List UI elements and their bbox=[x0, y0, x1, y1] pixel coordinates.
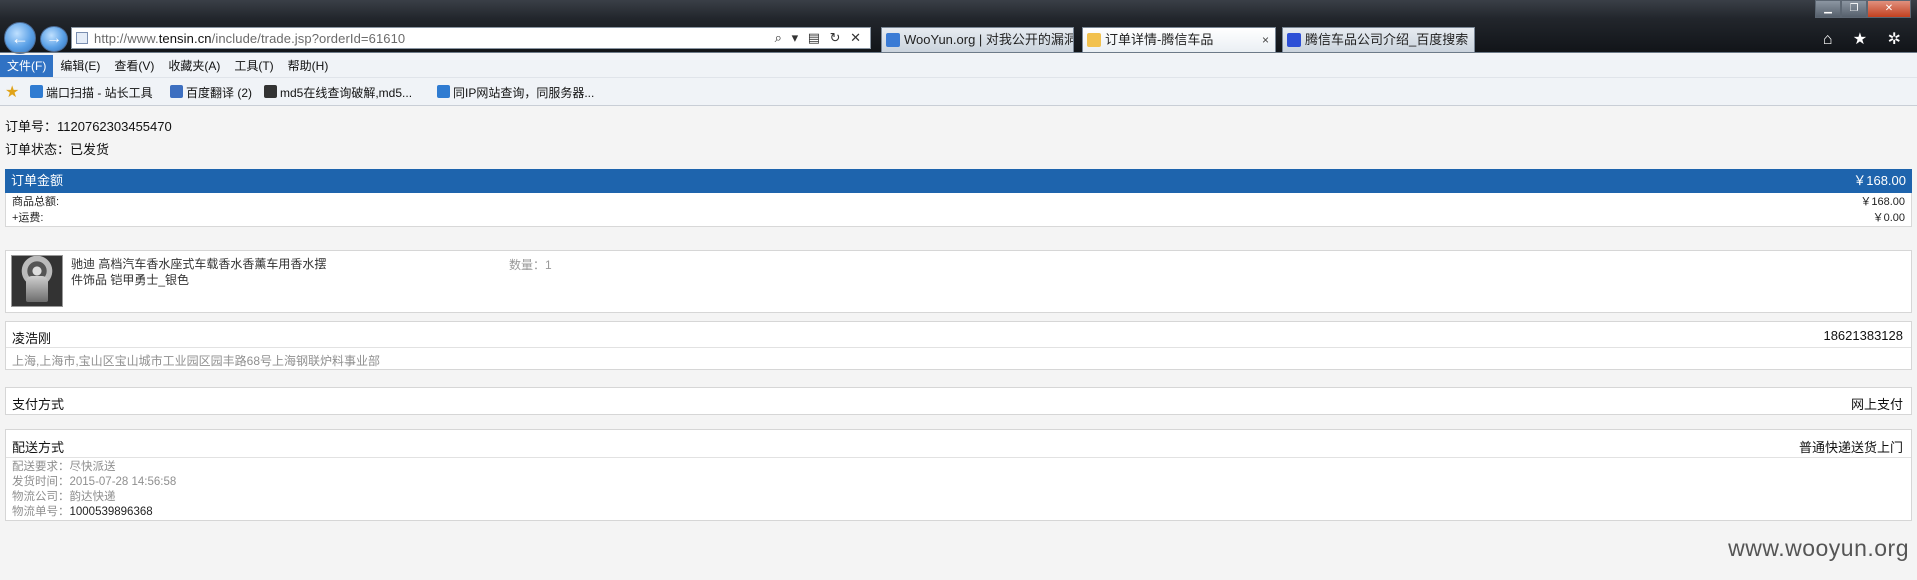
order-number-label: 订单号： bbox=[5, 119, 58, 134]
menu-edit[interactable]: 编辑(E) bbox=[53, 55, 107, 77]
tracking-number-value[interactable]: 1000539896368 bbox=[70, 506, 153, 518]
menu-view[interactable]: 查看(V) bbox=[107, 55, 161, 77]
ship-time-value: 2015-07-28 14:56:58 bbox=[69, 476, 177, 488]
tab-label: 腾信车品公司介绍_百度搜索 bbox=[1305, 32, 1469, 47]
shipping-fee-label: +运费: bbox=[12, 212, 44, 224]
logistics-company-label: 物流公司： bbox=[12, 491, 70, 503]
logistics-company-row: 物流公司：韵达快递 bbox=[12, 490, 116, 505]
fav-md5[interactable]: md5在线查询破解,md5... bbox=[264, 84, 412, 101]
tab-label: 订单详情-腾信车品 bbox=[1105, 32, 1214, 47]
delivery-requirement-row: 配送要求：尽快派送 bbox=[12, 460, 116, 475]
logistics-company-value: 韵达快递 bbox=[69, 491, 116, 503]
favicon-icon bbox=[170, 85, 183, 98]
menu-bar: 文件(F) 编辑(E) 查看(V) 收藏夹(A) 工具(T) 帮助(H) bbox=[0, 54, 1917, 78]
page-icon bbox=[76, 32, 88, 44]
delivery-method-label: 配送方式 bbox=[12, 440, 65, 455]
delivery-requirement-label: 配送要求： bbox=[12, 461, 70, 473]
favorites-bar: ★ 端口扫描 - 站长工具 百度翻译 (2) md5在线查询破解,md5... … bbox=[0, 78, 1917, 106]
delivery-box: 配送方式 普通快递送货上门 配送要求：尽快派送 发货时间：2015-07-28 … bbox=[5, 429, 1912, 521]
browser-toolbar-icons[interactable]: ⌂ ★ ✲ bbox=[1823, 29, 1909, 49]
shipping-fee-value: ￥0.00 bbox=[1872, 212, 1905, 224]
close-window-button[interactable]: ✕ bbox=[1867, 0, 1911, 18]
baidu-paw-icon bbox=[1287, 33, 1301, 47]
order-status-value: 已发货 bbox=[70, 142, 110, 157]
ship-time-row: 发货时间：2015-07-28 14:56:58 bbox=[12, 475, 176, 490]
recipient-box: 凌浩刚 18621383128 上海,上海市,宝山区宝山城市工业园区园丰路68号… bbox=[5, 321, 1912, 370]
fav-label: md5在线查询破解,md5... bbox=[280, 86, 413, 100]
amount-breakdown: 商品总额: ￥168.00 +运费: ￥0.00 bbox=[5, 193, 1912, 227]
ship-time-label: 发货时间： bbox=[12, 476, 70, 488]
order-amount-total: ￥168.00 bbox=[1853, 173, 1906, 188]
payment-method-label: 支付方式 bbox=[12, 397, 65, 412]
divider bbox=[6, 347, 1911, 348]
tab-wooyun[interactable]: WooYun.org | 对我公开的漏洞 bbox=[881, 27, 1074, 53]
menu-file[interactable]: 文件(F) bbox=[0, 55, 54, 77]
order-amount-label: 订单金额 bbox=[11, 173, 64, 188]
ie-page-icon bbox=[886, 33, 900, 47]
order-number-row: 订单号：1120762303455470 bbox=[5, 116, 172, 135]
url-path: /include/trade.jsp?orderId=61610 bbox=[211, 31, 406, 46]
tracking-number-label: 物流单号： bbox=[12, 506, 70, 518]
fav-label: 端口扫描 - 站长工具 bbox=[46, 86, 153, 100]
menu-help[interactable]: 帮助(H) bbox=[281, 55, 336, 77]
product-thumbnail[interactable] bbox=[11, 255, 63, 307]
maximize-button[interactable]: ❐ bbox=[1841, 0, 1867, 18]
address-bar[interactable]: http://www.tensin.cn/include/trade.jsp?o… bbox=[71, 27, 871, 49]
delivery-method-value: 普通快递送货上门 bbox=[1798, 440, 1903, 455]
favorites-star-icon[interactable]: ★ bbox=[5, 82, 19, 102]
favicon-icon bbox=[437, 85, 450, 98]
window-controls: ▁ ❐ ✕ bbox=[1815, 0, 1911, 18]
order-detail: 订单号：1120762303455470 订单状态：已发货 订单金额 ￥168.… bbox=[0, 107, 1917, 580]
address-url[interactable]: http://www.tensin.cn/include/trade.jsp?o… bbox=[94, 31, 405, 46]
order-number-value: 1120762303455470 bbox=[57, 119, 172, 134]
product-quantity: 数量：1 bbox=[509, 258, 552, 272]
wooyun-watermark: www.wooyun.org bbox=[1728, 535, 1909, 561]
product-item: 驰迪 高档汽车香水座式车载香水香薰车用香水摆件饰品 铠甲勇士_银色 数量：1 bbox=[5, 250, 1912, 313]
divider bbox=[6, 457, 1911, 458]
close-tab-icon[interactable]: × bbox=[1262, 28, 1269, 52]
goods-total-row: 商品总额: ￥168.00 bbox=[12, 194, 1905, 210]
tab-baidu-search[interactable]: 腾信车品公司介绍_百度搜索 bbox=[1282, 27, 1475, 53]
goods-total-label: 商品总额: bbox=[12, 196, 60, 208]
goods-total-value: ￥168.00 bbox=[1860, 196, 1905, 208]
payment-box: 支付方式 网上支付 bbox=[5, 387, 1912, 415]
fav-label: 百度翻译 (2) bbox=[186, 86, 253, 100]
payment-method-value: 网上支付 bbox=[1850, 397, 1903, 412]
address-tools[interactable]: ⌕ ▾ ▤ ↻ ✕ bbox=[775, 30, 864, 46]
order-amount-header: 订单金额 ￥168.00 bbox=[5, 169, 1912, 193]
tracking-number-row: 物流单号：1000539896368 bbox=[12, 505, 153, 520]
recipient-phone: 18621383128 bbox=[1823, 328, 1903, 343]
recipient-address: 上海,上海市,宝山区宝山城市工业园区园丰路68号上海钢联炉料事业部 bbox=[12, 354, 381, 368]
tab-order-detail[interactable]: 订单详情-腾信车品 × bbox=[1082, 27, 1276, 53]
fav-label: 同IP网站查询，同服务器... bbox=[453, 86, 595, 100]
favicon-icon bbox=[30, 85, 43, 98]
fav-baidu-translate[interactable]: 百度翻译 (2) bbox=[170, 84, 252, 101]
menu-favorites[interactable]: 收藏夹(A) bbox=[161, 55, 227, 77]
product-name[interactable]: 驰迪 高档汽车香水座式车载香水香薰车用香水摆件饰品 铠甲勇士_银色 bbox=[71, 256, 331, 288]
tab-label: WooYun.org | 对我公开的漏洞 bbox=[904, 32, 1074, 47]
shipping-fee-row: +运费: ￥0.00 bbox=[12, 210, 1905, 226]
menu-tools[interactable]: 工具(T) bbox=[227, 55, 280, 77]
minimize-button[interactable]: ▁ bbox=[1815, 0, 1841, 18]
url-domain: tensin.cn bbox=[158, 31, 212, 46]
favicon-icon bbox=[264, 85, 277, 98]
order-status-label: 订单状态： bbox=[5, 142, 71, 157]
ie-page-icon bbox=[1087, 33, 1101, 47]
browser-chrome: ▁ ❐ ✕ ← → http://www.tensin.cn/include/t… bbox=[0, 0, 1917, 54]
order-status-row: 订单状态：已发货 bbox=[5, 139, 109, 158]
url-prefix: http://www. bbox=[94, 31, 159, 46]
back-button[interactable]: ← bbox=[4, 22, 36, 54]
delivery-requirement-value: 尽快派送 bbox=[69, 461, 116, 473]
forward-button[interactable]: → bbox=[40, 26, 68, 52]
fav-port-scan[interactable]: 端口扫描 - 站长工具 bbox=[30, 84, 153, 101]
recipient-name: 凌浩刚 bbox=[12, 331, 52, 346]
fav-same-ip[interactable]: 同IP网站查询，同服务器... bbox=[437, 84, 594, 101]
